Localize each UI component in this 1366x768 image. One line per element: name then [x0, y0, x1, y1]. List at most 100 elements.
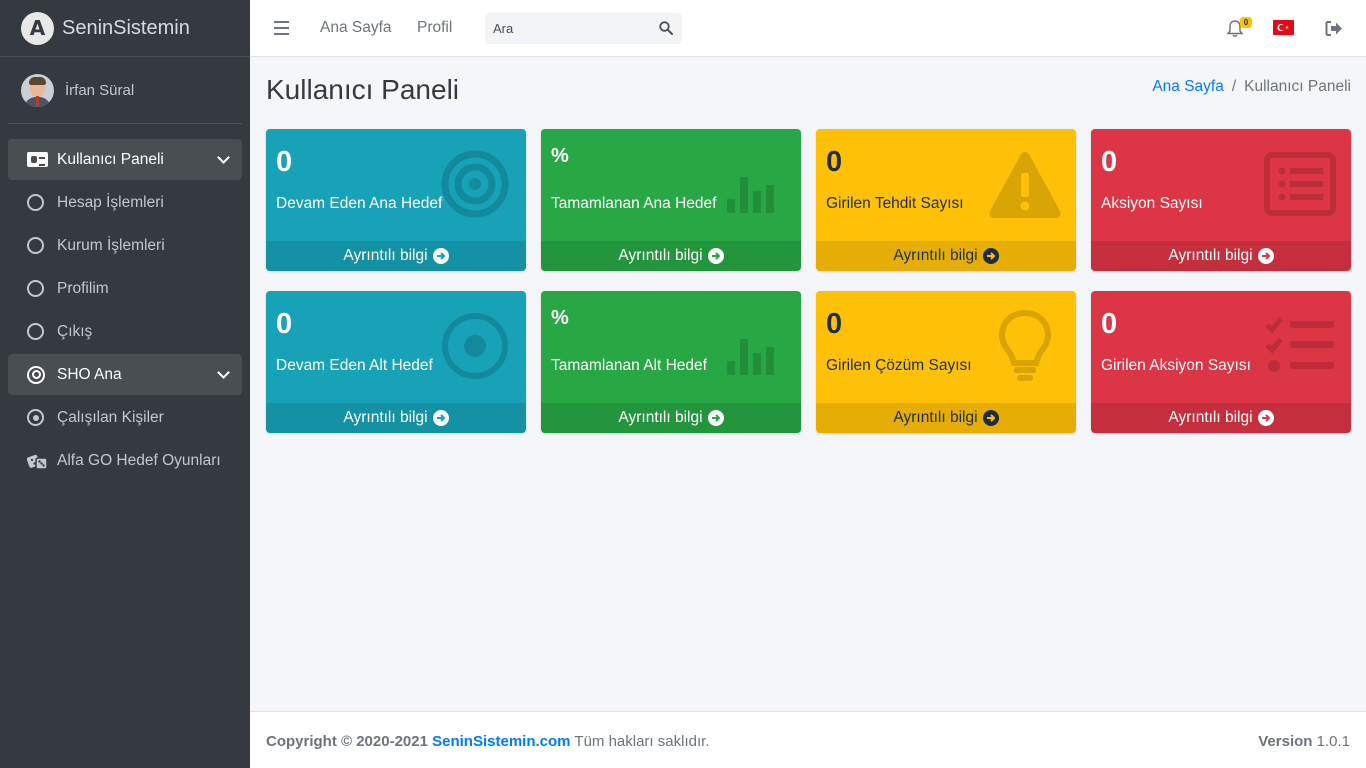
user-name[interactable]: İrfan Süral: [65, 82, 134, 99]
version-text: Version 1.0.1: [1258, 733, 1350, 750]
info-box-tehdit-sayisi: 0 Girilen Tehdit Sayısı Ayrıntılı bilgi: [816, 129, 1076, 271]
sidebar-item-label: Çıkış: [57, 322, 93, 340]
sidebar-item-profilim[interactable]: Profilim: [8, 268, 242, 309]
sidebar-nav: Kullanıcı Paneli Hesap İşlemleri Kurum İ…: [0, 124, 250, 481]
more-info-link[interactable]: Ayrıntılı bilgi: [816, 403, 1076, 433]
breadcrumb-current: Kullanıcı Paneli: [1244, 78, 1351, 95]
box-value: %: [551, 145, 569, 167]
more-info-link[interactable]: Ayrıntılı bilgi: [816, 241, 1076, 271]
logout-icon[interactable]: [1325, 20, 1343, 37]
circle-icon: [27, 194, 49, 211]
info-box-girilen-aksiyon-sayisi: 0 Girilen Aksiyon Sayısı Ayrıntılı bilgi: [1091, 291, 1351, 433]
box-label: Girilen Çözüm Sayısı: [826, 357, 972, 374]
arrow-circle-right-icon: [1257, 410, 1274, 426]
chevron-down-icon: [217, 151, 230, 164]
top-navbar: Ana Sayfa Profil 0: [250, 0, 1366, 57]
user-panel[interactable]: İrfan Süral: [8, 57, 242, 124]
info-box-tamamlanan-alt-hedef: % Tamamlanan Alt Hedef Ayrıntılı bilgi: [541, 291, 801, 433]
circle-icon: [27, 280, 49, 297]
breadcrumb: Ana Sayfa / Kullanıcı Paneli: [1152, 78, 1351, 95]
sidebar-item-label: Profilim: [57, 279, 109, 297]
brand-link[interactable]: A SeninSistemin: [0, 0, 250, 57]
brand-name: SeninSistemin: [62, 16, 190, 39]
box-label: Girilen Aksiyon Sayısı: [1101, 357, 1251, 374]
search-box: [485, 13, 682, 44]
avatar: [21, 73, 54, 107]
tasks-icon: [1265, 317, 1334, 372]
sidebar-item-sho-ana[interactable]: SHO Ana: [8, 354, 242, 395]
dice-icon: [27, 452, 49, 470]
list-alt-icon: [1264, 152, 1336, 216]
circle-icon: [27, 323, 49, 340]
more-info-link[interactable]: Ayrıntılı bilgi: [1091, 241, 1351, 271]
box-label: Devam Eden Alt Hedef: [276, 357, 433, 374]
target-icon: [27, 365, 49, 384]
info-box-devam-eden-ana-hedef: 0 Devam Eden Ana Hedef Ayrıntılı bilgi: [266, 129, 526, 271]
search-icon[interactable]: [659, 21, 673, 35]
nav-link-ana-sayfa[interactable]: Ana Sayfa: [320, 19, 392, 37]
box-value: %: [551, 307, 569, 329]
content-header: Kullanıcı Paneli Ana Sayfa / Kullanıcı Pan…: [266, 72, 1351, 112]
box-label: Tamamlanan Ana Hedef: [551, 195, 717, 212]
sidebar-item-label: Kullanıcı Paneli: [57, 150, 164, 168]
brand-logo-icon: A: [21, 11, 54, 45]
lightbulb-icon: [998, 309, 1052, 381]
main-footer: Copyright © 2020-2021 SeninSistemin.com …: [250, 711, 1366, 768]
sidebar-item-label: SHO Ana: [57, 365, 122, 383]
turkey-flag-icon[interactable]: [1273, 20, 1294, 35]
dot-circle-icon: [27, 409, 49, 426]
copyright-text: Copyright © 2020-2021 SeninSistemin.com …: [266, 733, 710, 750]
arrow-circle-right-icon: [432, 248, 449, 264]
menu-toggle-icon[interactable]: [274, 21, 289, 35]
sidebar-item-label: Hesap İşlemleri: [57, 193, 164, 211]
box-value: 0: [276, 146, 293, 178]
sidebar-item-label: Kurum İşlemleri: [57, 236, 165, 254]
box-value: 0: [276, 308, 293, 340]
box-value: 0: [826, 308, 843, 340]
notification-badge: 0: [1240, 17, 1252, 28]
bar-chart-icon: [727, 177, 774, 213]
sidebar-item-kullanici-paneli[interactable]: Kullanıcı Paneli: [8, 139, 242, 180]
arrow-circle-right-icon: [982, 410, 999, 426]
sidebar-item-cikis[interactable]: Çıkış: [8, 311, 242, 352]
box-label: Devam Eden Ana Hedef: [276, 195, 443, 212]
warning-icon: [989, 152, 1061, 218]
main-sidebar: A SeninSistemin İrfan Süral Kullanıcı Pa…: [0, 0, 250, 768]
info-box-cozum-sayisi: 0 Girilen Çözüm Sayısı Ayrıntılı bilgi: [816, 291, 1076, 433]
more-info-link[interactable]: Ayrıntılı bilgi: [266, 241, 526, 271]
info-box-devam-eden-alt-hedef: 0 Devam Eden Alt Hedef Ayrıntılı bilgi: [266, 291, 526, 433]
breadcrumb-home-link[interactable]: Ana Sayfa: [1152, 78, 1224, 95]
sidebar-item-calisilan-kisiler[interactable]: Çalışılan Kişiler: [8, 397, 242, 438]
bar-chart-icon: [727, 339, 774, 375]
box-label: Tamamlanan Alt Hedef: [551, 357, 707, 374]
arrow-circle-right-icon: [982, 248, 999, 264]
box-label: Aksiyon Sayısı: [1101, 195, 1203, 212]
arrow-circle-right-icon: [707, 410, 724, 426]
more-info-link[interactable]: Ayrıntılı bilgi: [541, 403, 801, 433]
chevron-down-icon: [217, 366, 230, 379]
sidebar-item-label: Çalışılan Kişiler: [57, 408, 164, 426]
more-info-link[interactable]: Ayrıntılı bilgi: [266, 403, 526, 433]
box-value: 0: [1101, 146, 1118, 178]
box-value: 0: [1101, 308, 1118, 340]
site-link[interactable]: SeninSistemin.com: [432, 733, 570, 750]
box-value: 0: [826, 146, 843, 178]
more-info-link[interactable]: Ayrıntılı bilgi: [541, 241, 801, 271]
more-info-link[interactable]: Ayrıntılı bilgi: [1091, 403, 1351, 433]
dot-circle-icon: [442, 313, 508, 379]
bullseye-icon: [441, 150, 509, 218]
page-title: Kullanıcı Paneli: [266, 74, 460, 105]
info-box-aksiyon-sayisi: 0 Aksiyon Sayısı Ayrıntılı bilgi: [1091, 129, 1351, 271]
sidebar-item-label: Alfa GO Hedef Oyunları: [57, 451, 221, 469]
search-input[interactable]: [485, 13, 650, 44]
id-card-icon: [27, 152, 49, 167]
sidebar-item-kurum-islemleri[interactable]: Kurum İşlemleri: [8, 225, 242, 266]
circle-icon: [27, 237, 49, 254]
sidebar-item-alfa-go[interactable]: Alfa GO Hedef Oyunları: [8, 440, 242, 481]
nav-link-profil[interactable]: Profil: [417, 19, 452, 37]
box-label: Girilen Tehdit Sayısı: [826, 195, 964, 212]
sidebar-item-hesap-islemleri[interactable]: Hesap İşlemleri: [8, 182, 242, 223]
arrow-circle-right-icon: [1257, 248, 1274, 264]
arrow-circle-right-icon: [707, 248, 724, 264]
arrow-circle-right-icon: [432, 410, 449, 426]
